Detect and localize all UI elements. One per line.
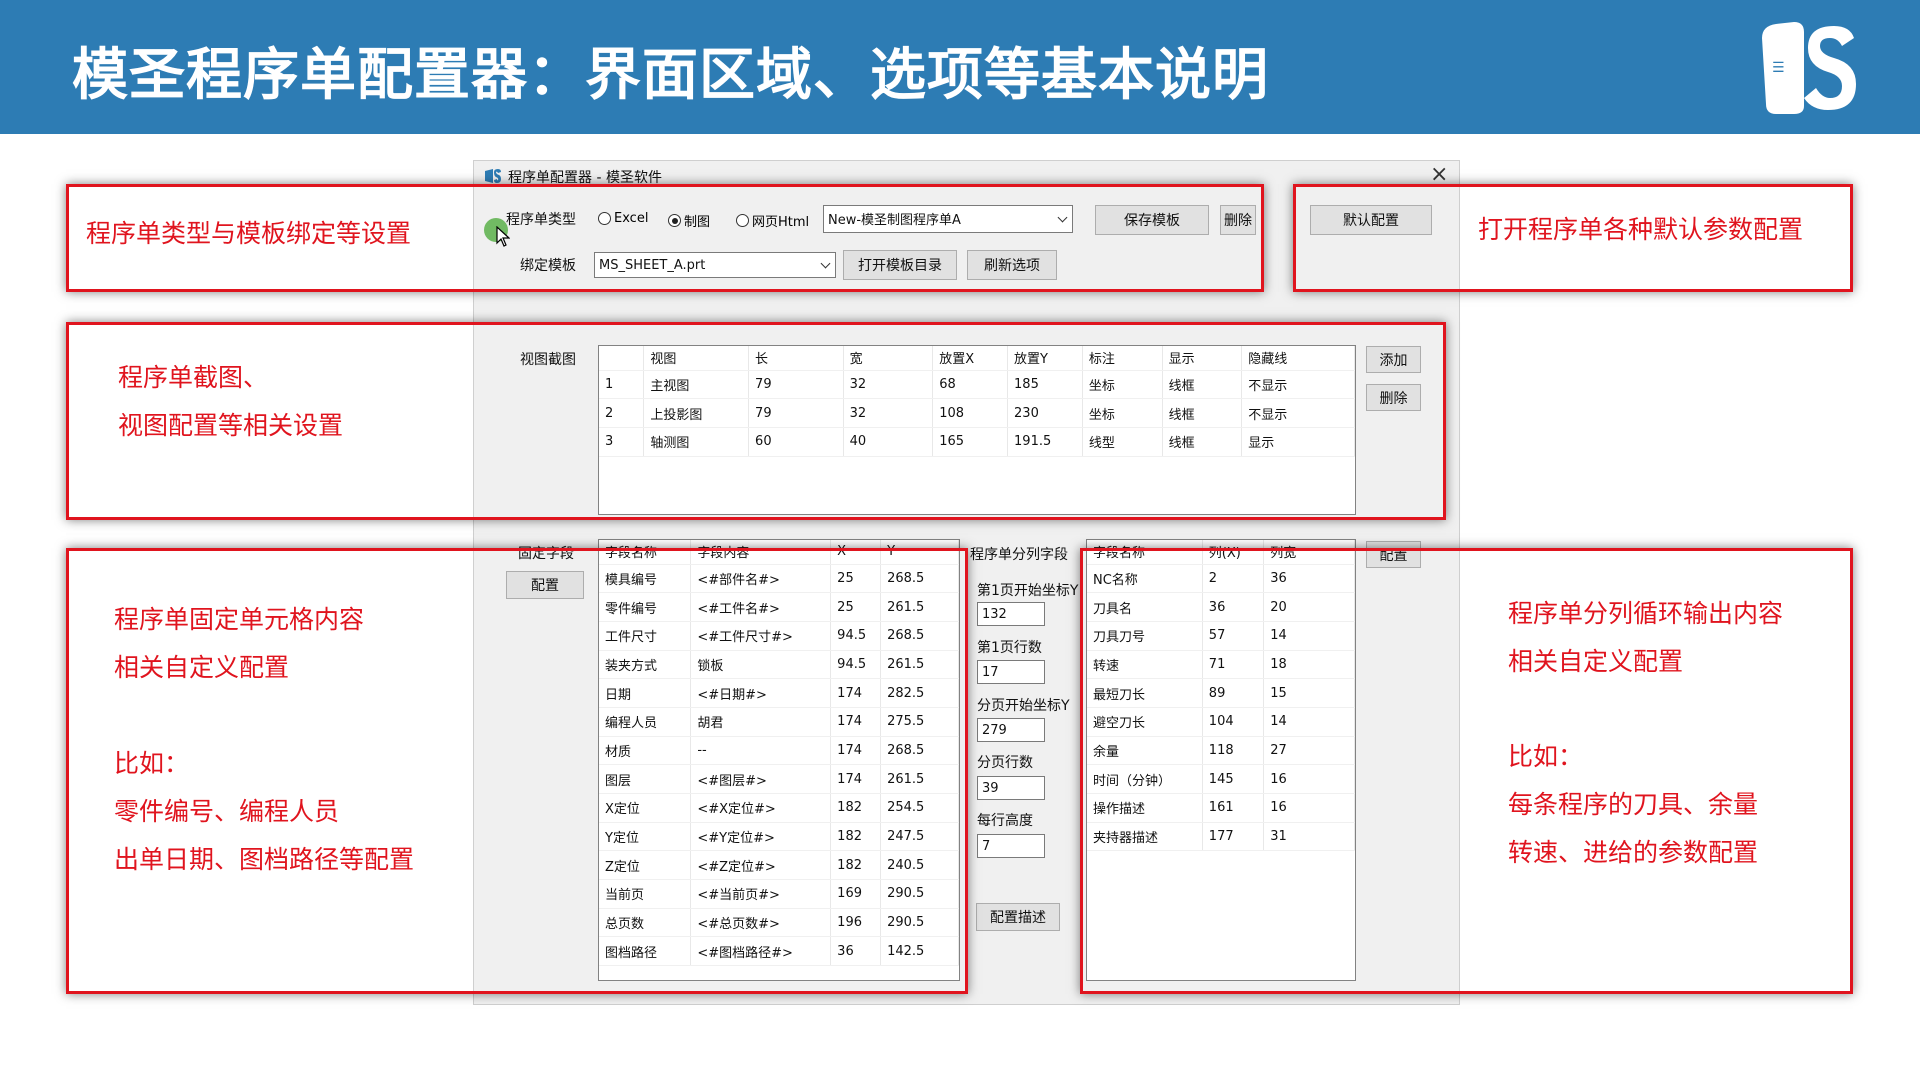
note-right-line4: 每条程序的刀具、余量: [1508, 790, 1759, 819]
config-desc-button[interactable]: 配置描述: [976, 903, 1060, 931]
note-left-line4: 零件编号、编程人员: [114, 797, 340, 826]
first-page-start-y-label: 第1页开始坐标Y: [977, 583, 1079, 599]
page-start-y-input[interactable]: 279: [977, 718, 1045, 742]
first-page-start-y-input[interactable]: 132: [977, 602, 1045, 626]
note-right-line1: 程序单分列循环输出内容: [1508, 599, 1784, 628]
note-left-line1: 程序单固定单元格内容: [114, 605, 365, 634]
row-height-label: 每行高度: [977, 813, 1033, 829]
note-top-right: 打开程序单各种默认参数配置: [1478, 215, 1804, 244]
first-page-rows-label: 第1页行数: [977, 640, 1042, 656]
page-rows-label: 分页行数: [977, 755, 1033, 771]
split-field-label: 程序单分列字段: [970, 547, 1068, 563]
page-rows-input[interactable]: 39: [977, 776, 1045, 800]
note-mid-line2: 视图配置等相关设置: [118, 411, 344, 440]
note-left-line3: 比如：: [114, 749, 190, 778]
note-top-left: 程序单类型与模板绑定等设置: [86, 219, 412, 248]
note-right-line3: 比如：: [1508, 742, 1584, 771]
note-right-line2: 相关自定义配置: [1508, 647, 1684, 676]
slide-title: 模圣程序单配置器：界面区域、选项等基本说明: [72, 43, 1269, 108]
note-right-line5: 转速、进给的参数配置: [1508, 838, 1759, 867]
svg-text:☰: ☰: [1772, 60, 1785, 76]
note-left-line5: 出单日期、图档路径等配置: [114, 845, 415, 874]
app-icon: [485, 169, 501, 183]
note-mid-line1: 程序单截图、: [118, 363, 269, 392]
ms-logo-icon: ☰: [1762, 22, 1856, 114]
note-left-line2: 相关自定义配置: [114, 653, 290, 682]
first-page-rows-input[interactable]: 17: [977, 660, 1045, 684]
row-height-input[interactable]: 7: [977, 834, 1045, 858]
page-start-y-label: 分页开始坐标Y: [977, 698, 1070, 714]
